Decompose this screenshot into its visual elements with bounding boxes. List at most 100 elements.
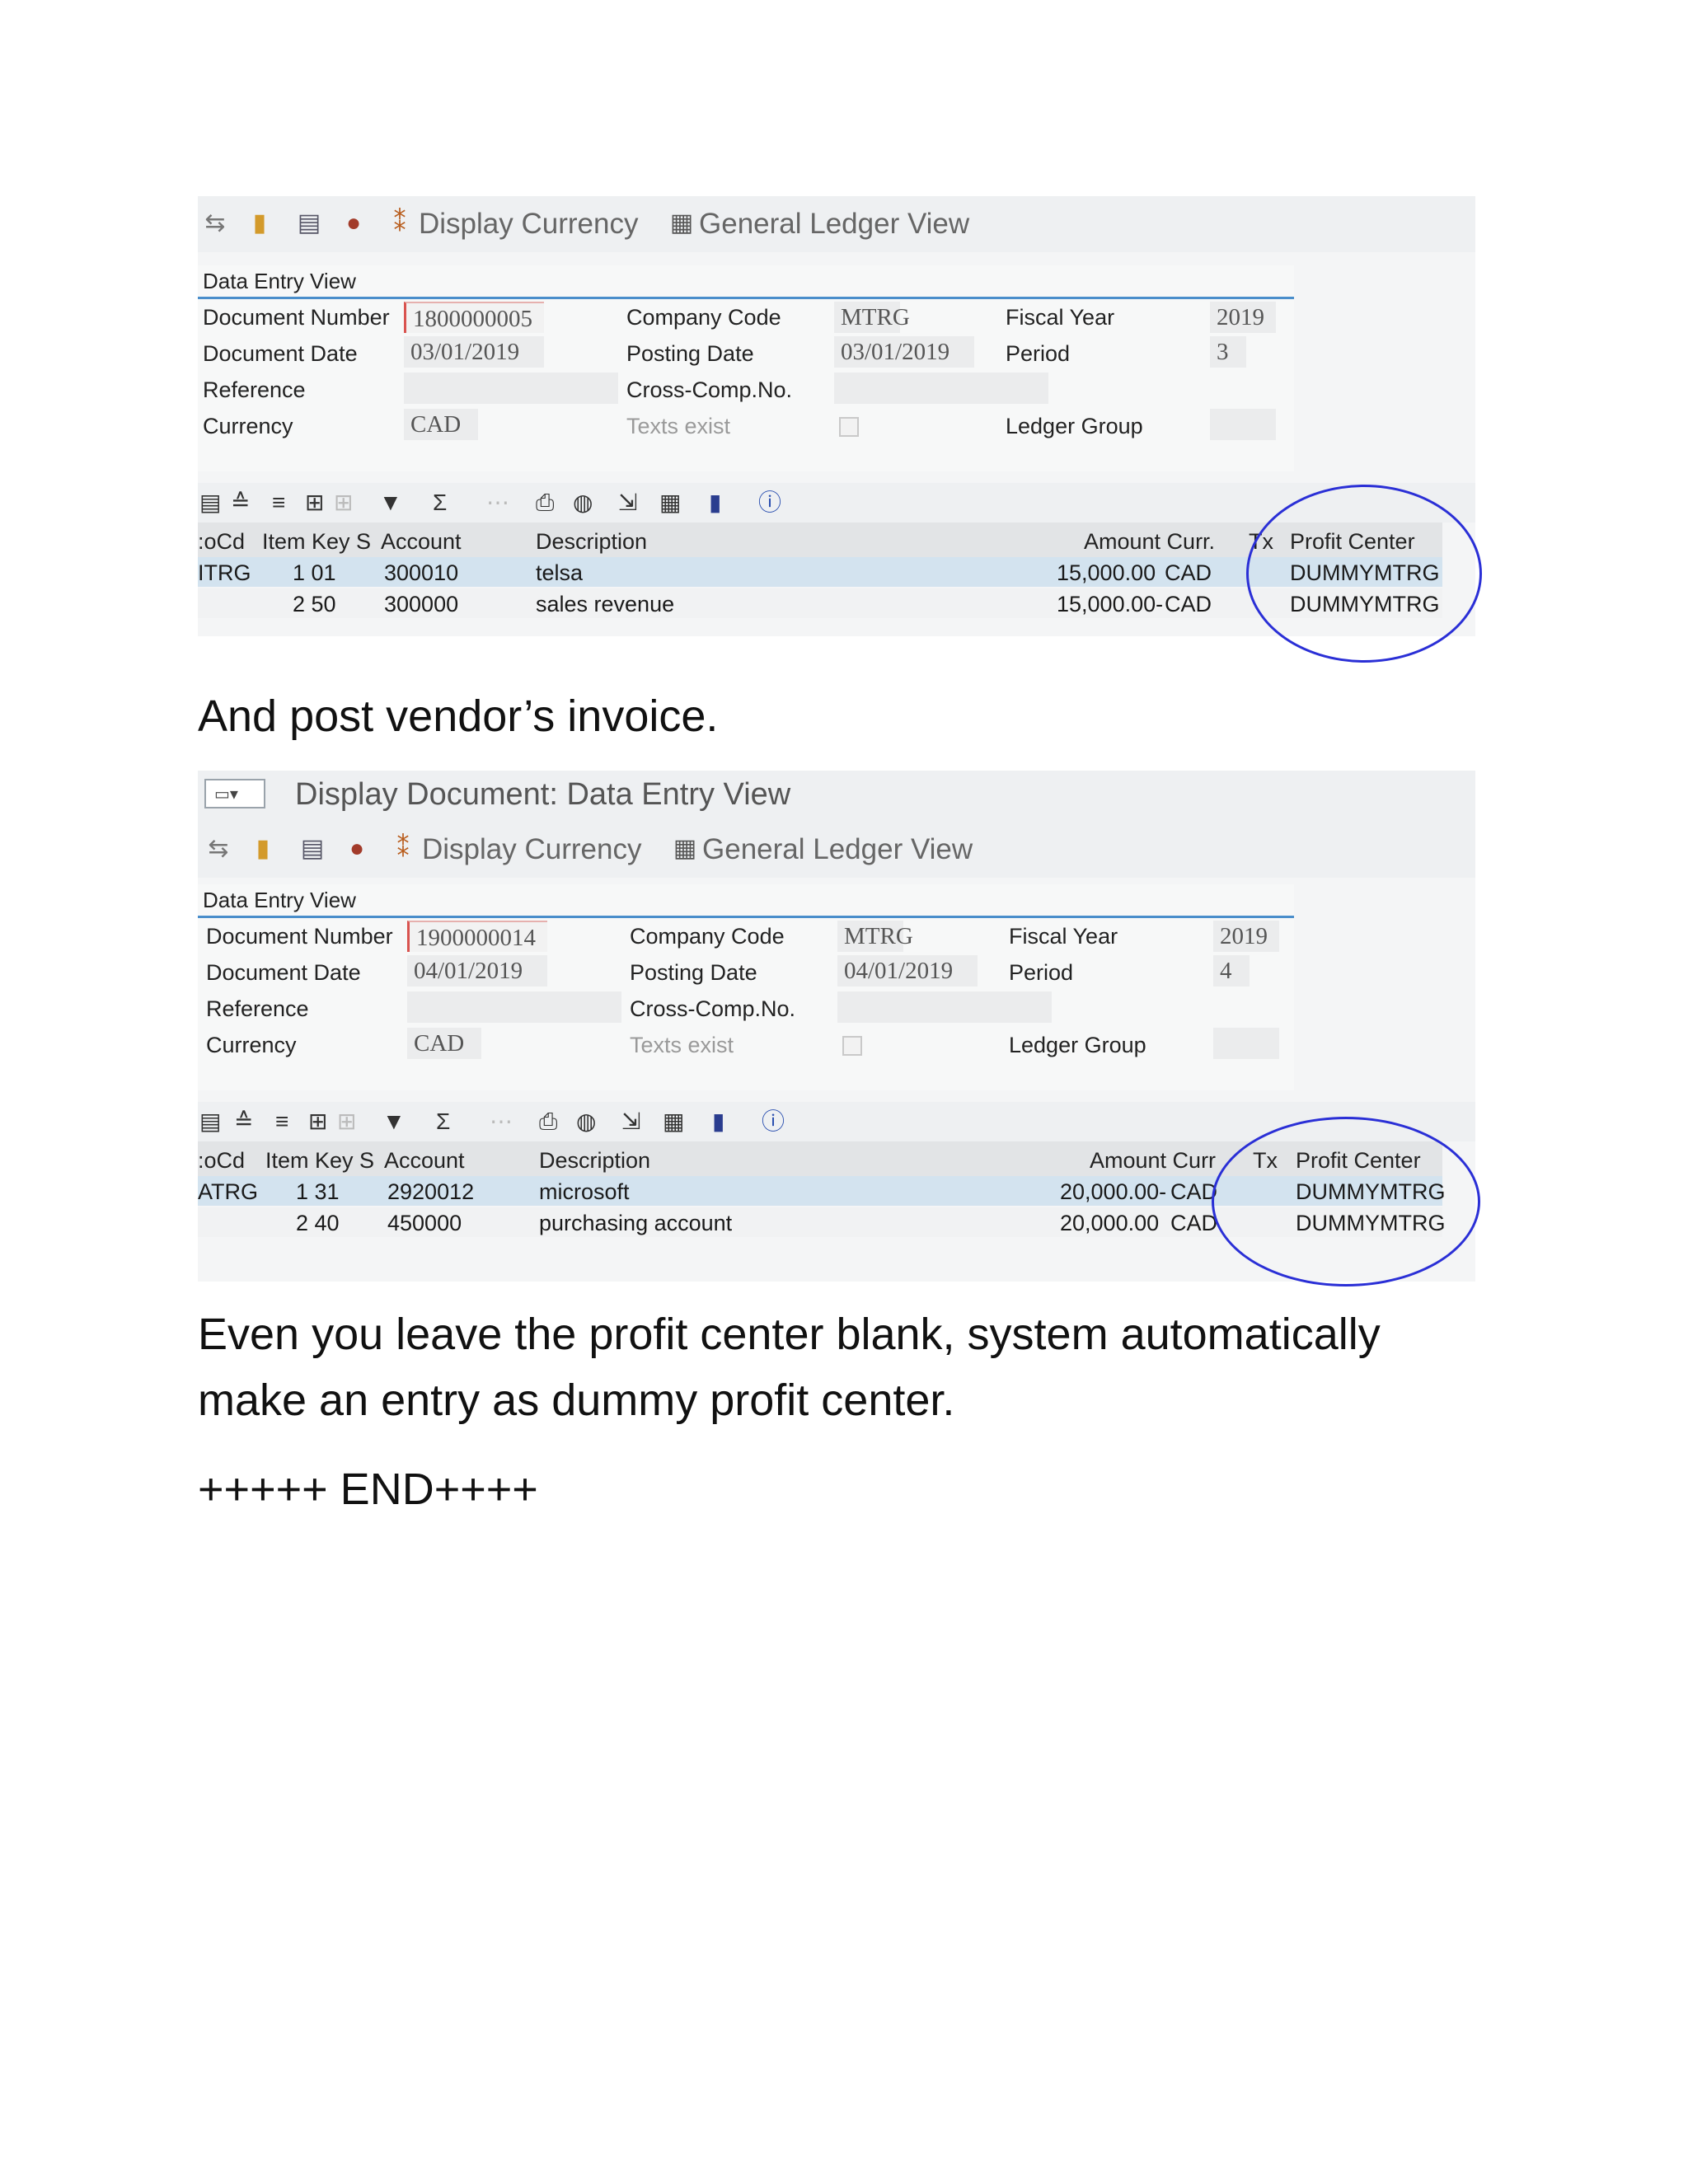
views-icon[interactable]: ◍ — [576, 1108, 596, 1135]
menu-dropdown-button[interactable]: ▭▾ — [204, 779, 265, 808]
document-number-field[interactable]: 1800000005 — [404, 302, 544, 333]
col-amount-curr[interactable]: Amount Curr — [1090, 1148, 1216, 1174]
col-amount-curr[interactable]: Amount Curr. — [1084, 529, 1215, 555]
cell-amount: 15,000.00 — [1057, 560, 1156, 585]
document-header-icon[interactable]: ▮ — [246, 209, 274, 237]
cell-item: 2 50 — [293, 592, 336, 616]
posting-date-field[interactable]: 04/01/2019 — [837, 955, 978, 987]
sort-descending-icon[interactable]: ≡ — [272, 490, 285, 516]
conclusion-line-2: make an entry as dummy profit center. — [198, 1376, 955, 1425]
texts-exist-checkbox[interactable] — [842, 1036, 862, 1056]
posting-date-field[interactable]: 03/01/2019 — [834, 336, 974, 368]
cross-comp-label: Cross-Comp.No. — [626, 377, 793, 402]
period-field[interactable]: 4 — [1213, 955, 1250, 987]
cell-currency: CAD — [1165, 592, 1212, 616]
currency-field[interactable]: CAD — [404, 409, 478, 440]
sum-icon[interactable]: Σ — [433, 490, 447, 516]
col-cocd[interactable]: :oCd — [198, 1148, 245, 1174]
col-account[interactable]: Account — [381, 529, 462, 555]
filter-icon[interactable]: ▼ — [379, 490, 402, 516]
graphic-icon[interactable]: ▮ — [709, 490, 721, 516]
cell-currency: CAD — [1170, 1211, 1218, 1235]
reference-field[interactable] — [407, 991, 621, 1023]
cross-comp-field[interactable] — [834, 373, 1048, 404]
currency-label: Currency — [203, 414, 293, 438]
find-next-icon[interactable]: ⊞ — [337, 1108, 356, 1135]
general-ledger-view-button[interactable]: General Ledger View — [699, 208, 969, 241]
hat-icon[interactable]: ● — [343, 835, 371, 863]
find-icon[interactable]: ⊞ — [308, 1108, 327, 1135]
sort-descending-icon[interactable]: ≡ — [275, 1108, 288, 1135]
ledger-group-label: Ledger Group — [1006, 414, 1143, 438]
display-currency-button[interactable]: Display Currency — [419, 208, 638, 241]
find-next-icon[interactable]: ⊞ — [334, 490, 353, 516]
display-currency-button[interactable]: Display Currency — [422, 833, 641, 866]
company-code-label: Company Code — [626, 305, 781, 330]
ledger-view-icon[interactable]: ▦ — [668, 209, 696, 237]
display-currency-icon[interactable]: ⁑ — [389, 835, 417, 863]
ledger-view-icon[interactable]: ▦ — [671, 835, 699, 863]
print-icon[interactable]: ⎙ — [536, 490, 554, 516]
layout-icon[interactable]: ▦ — [659, 490, 681, 516]
sum-icon[interactable]: Σ — [436, 1108, 450, 1135]
display-currency-icon[interactable]: ⁑ — [386, 209, 414, 237]
taxes-icon[interactable]: ▤ — [295, 209, 323, 237]
period-field[interactable]: 3 — [1210, 336, 1246, 368]
export-icon[interactable]: ⇲ — [621, 1108, 640, 1135]
data-entry-view-panel: Data Entry View Document Number 18000000… — [198, 265, 1294, 471]
subtotal-icon[interactable]: ⋯ — [486, 490, 509, 516]
ledger-group-field[interactable] — [1210, 409, 1276, 440]
panel-title: Data Entry View — [203, 888, 356, 912]
subtotal-icon[interactable]: ⋯ — [490, 1108, 513, 1135]
info-icon[interactable]: ⓘ — [762, 1108, 785, 1135]
data-entry-view-panel: Data Entry View Document Number 19000000… — [198, 884, 1294, 1090]
company-code-field[interactable]: MTRG — [834, 302, 910, 333]
graphic-icon[interactable]: ▮ — [712, 1108, 724, 1135]
col-item-key[interactable]: Item Key S — [262, 529, 371, 555]
window-title-bar: ▭▾ Display Document: Data Entry View — [198, 771, 1475, 822]
details-icon[interactable]: ▤ — [199, 490, 221, 516]
fiscal-year-field[interactable]: 2019 — [1213, 921, 1279, 952]
screenshot-document-1: ⇆ ▮ ▤ ● ⁑ Display Currency ▦ General Led… — [198, 196, 1482, 663]
general-ledger-view-button[interactable]: General Ledger View — [702, 833, 973, 866]
sort-ascending-icon[interactable]: ≙ — [231, 490, 250, 516]
col-cocd[interactable]: :oCd — [198, 529, 245, 555]
taxes-icon[interactable]: ▤ — [298, 835, 326, 863]
hat-icon[interactable]: ● — [340, 209, 368, 237]
cell-account: 2920012 — [387, 1179, 475, 1204]
col-description[interactable]: Description — [536, 529, 647, 555]
texts-exist-label: Texts exist — [630, 1033, 734, 1057]
col-account[interactable]: Account — [384, 1148, 465, 1174]
company-code-label: Company Code — [630, 924, 785, 949]
info-icon[interactable]: ⓘ — [758, 490, 781, 516]
company-code-field[interactable]: MTRG — [837, 921, 913, 952]
cross-comp-field[interactable] — [837, 991, 1052, 1023]
sort-ascending-icon[interactable]: ≙ — [234, 1108, 253, 1135]
document-number-field[interactable]: 1900000014 — [407, 921, 547, 952]
other-document-icon[interactable]: ⇆ — [204, 835, 232, 863]
col-item-key[interactable]: Item Key S — [265, 1148, 374, 1174]
cell-description: telsa — [536, 560, 584, 585]
document-header-icon[interactable]: ▮ — [249, 835, 277, 863]
col-description[interactable]: Description — [539, 1148, 650, 1174]
filter-icon[interactable]: ▼ — [382, 1108, 406, 1135]
cell-amount: 20,000.00- — [1060, 1179, 1167, 1204]
period-label: Period — [1006, 341, 1071, 366]
ledger-group-field[interactable] — [1213, 1028, 1279, 1059]
document-date-field[interactable]: 03/01/2019 — [404, 336, 544, 368]
texts-exist-checkbox[interactable] — [839, 417, 859, 437]
fiscal-year-field[interactable]: 2019 — [1210, 302, 1276, 333]
layout-icon[interactable]: ▦ — [663, 1108, 684, 1135]
document-date-field[interactable]: 04/01/2019 — [407, 955, 547, 987]
print-icon[interactable]: ⎙ — [539, 1108, 557, 1135]
posting-date-label: Posting Date — [630, 960, 757, 985]
export-icon[interactable]: ⇲ — [618, 490, 637, 516]
cell-cocd: ATRG — [198, 1179, 258, 1204]
views-icon[interactable]: ◍ — [573, 490, 593, 516]
other-document-icon[interactable]: ⇆ — [201, 209, 229, 237]
find-icon[interactable]: ⊞ — [305, 490, 324, 516]
currency-field[interactable]: CAD — [407, 1028, 481, 1059]
details-icon[interactable]: ▤ — [199, 1108, 221, 1135]
reference-label: Reference — [203, 377, 306, 402]
reference-field[interactable] — [404, 373, 618, 404]
